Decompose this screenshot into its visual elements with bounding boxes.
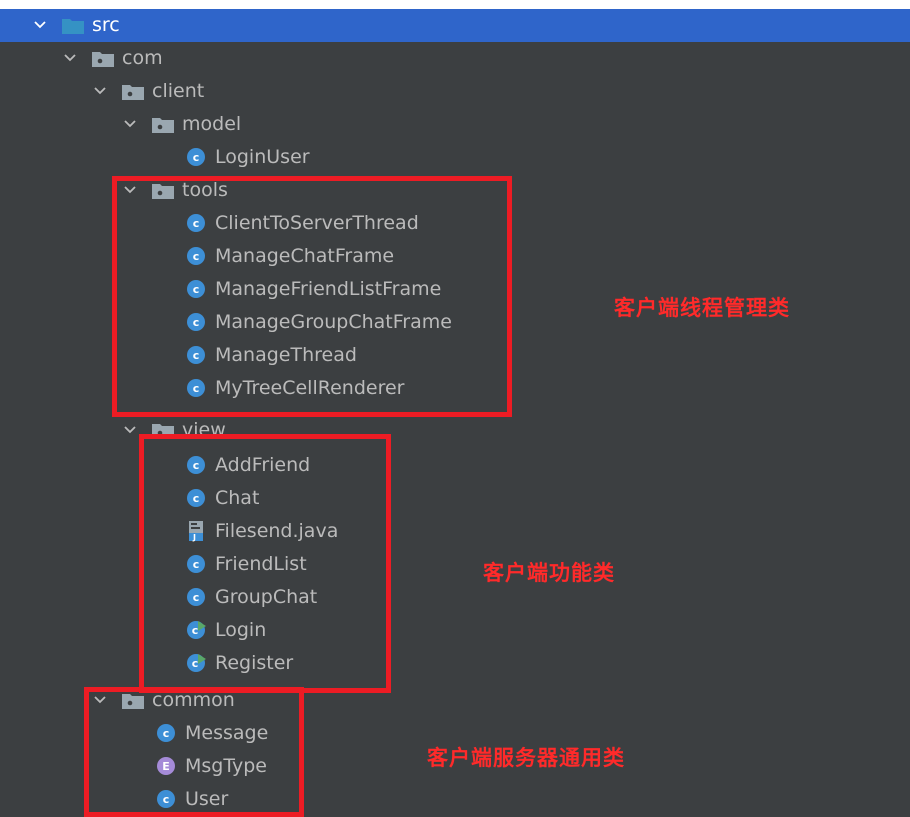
tree-node-label: src	[92, 14, 120, 36]
tree-node-com[interactable]: com	[0, 42, 910, 75]
java-file-icon: J	[186, 520, 206, 542]
chevron-down-icon[interactable]	[92, 83, 108, 99]
tree-node-label: com	[122, 47, 163, 69]
tree-node-class[interactable]: c ManageChatFrame	[0, 240, 910, 273]
java-class-icon: c	[186, 378, 206, 398]
java-class-icon: c	[186, 147, 206, 167]
tree-node-label: Login	[215, 619, 267, 641]
tree-node-label: Register	[215, 652, 294, 674]
project-tree: src com client model c LoginUser tools c…	[0, 9, 910, 810]
tree-node-class[interactable]: c LoginUser	[0, 141, 910, 174]
svg-text:c: c	[192, 657, 199, 670]
java-class-icon: c	[156, 723, 176, 743]
tree-node-label: model	[182, 113, 242, 135]
chevron-down-icon[interactable]	[92, 692, 108, 708]
tree-node-label: tools	[182, 179, 228, 201]
tree-node-main-class[interactable]: c Register	[0, 647, 910, 680]
package-folder-icon	[122, 83, 144, 100]
source-folder-icon	[62, 17, 84, 34]
java-class-icon: c	[156, 789, 176, 809]
chevron-down-icon[interactable]	[122, 422, 138, 438]
java-class-icon: c	[186, 213, 206, 233]
tree-node-label: GroupChat	[215, 586, 318, 608]
svg-text:c: c	[193, 558, 200, 571]
tree-node-label: Message	[185, 722, 269, 744]
tree-node-label: client	[152, 80, 205, 102]
tree-node-label: ManageGroupChatFrame	[215, 311, 452, 333]
tree-node-class[interactable]: c ManageThread	[0, 339, 910, 372]
svg-text:c: c	[193, 459, 200, 472]
java-class-icon: c	[186, 587, 206, 607]
chevron-down-icon[interactable]	[122, 182, 138, 198]
chevron-down-icon[interactable]	[62, 50, 78, 66]
tree-node-label: MyTreeCellRenderer	[215, 377, 405, 399]
package-folder-icon	[122, 692, 144, 709]
chevron-down-icon[interactable]	[32, 17, 48, 33]
view-annotation: 客户端功能类	[483, 561, 615, 585]
tree-node-label: LoginUser	[215, 146, 310, 168]
tree-node-label: ClientToServerThread	[215, 212, 419, 234]
tree-node-label: Filesend.java	[215, 520, 339, 542]
tree-node-class[interactable]: c MyTreeCellRenderer	[0, 372, 910, 405]
chevron-down-icon[interactable]	[122, 116, 138, 132]
tree-node-src[interactable]: src	[0, 9, 910, 42]
tree-node-class[interactable]: c GroupChat	[0, 581, 910, 614]
window-top-strip	[0, 0, 910, 9]
java-class-icon: c	[186, 488, 206, 508]
tree-node-class[interactable]: c ClientToServerThread	[0, 207, 910, 240]
tree-node-label: ManageChatFrame	[215, 245, 395, 267]
tree-node-label: common	[152, 689, 235, 711]
common-annotation: 客户端服务器通用类	[427, 746, 625, 770]
package-folder-icon	[92, 50, 114, 67]
java-class-icon: c	[186, 312, 206, 332]
svg-text:c: c	[193, 349, 200, 362]
tree-node-tools[interactable]: tools	[0, 174, 910, 207]
tree-node-label: ManageThread	[215, 344, 357, 366]
tree-node-main-class[interactable]: c Login	[0, 614, 910, 647]
tree-node-class[interactable]: c Chat	[0, 482, 910, 515]
tools-annotation: 客户端线程管理类	[614, 296, 790, 320]
tree-node-common[interactable]: common	[0, 684, 910, 717]
tree-node-class[interactable]: c User	[0, 783, 910, 816]
tree-node-model[interactable]: model	[0, 108, 910, 141]
svg-text:c: c	[163, 793, 170, 806]
tree-node-label: MsgType	[185, 755, 267, 777]
svg-text:c: c	[193, 492, 200, 505]
tree-node-label: view	[182, 419, 226, 441]
tree-node-label: AddFriend	[215, 454, 311, 476]
tree-node-file[interactable]: J Filesend.java	[0, 515, 910, 548]
svg-text:c: c	[193, 217, 200, 230]
package-folder-icon	[152, 182, 174, 199]
svg-text:J: J	[192, 533, 196, 542]
svg-text:c: c	[193, 382, 200, 395]
tree-node-view[interactable]: view	[0, 414, 910, 447]
svg-text:c: c	[193, 250, 200, 263]
tree-node-label: ManageFriendListFrame	[215, 278, 442, 300]
java-class-icon: c	[186, 279, 206, 299]
package-folder-icon	[152, 116, 174, 133]
java-class-icon: c	[186, 345, 206, 365]
svg-text:c: c	[193, 316, 200, 329]
java-class-icon: c	[186, 554, 206, 574]
runnable-class-icon: c	[186, 653, 206, 673]
java-class-icon: c	[186, 455, 206, 475]
svg-text:c: c	[193, 591, 200, 604]
java-enum-icon: E	[156, 756, 176, 776]
tree-node-label: Chat	[215, 487, 260, 509]
java-class-icon: c	[186, 246, 206, 266]
svg-text:c: c	[193, 283, 200, 296]
tree-node-label: FriendList	[215, 553, 307, 575]
svg-text:c: c	[163, 727, 170, 740]
tree-node-client[interactable]: client	[0, 75, 910, 108]
svg-text:E: E	[162, 760, 170, 773]
tree-node-class[interactable]: c FriendList	[0, 548, 910, 581]
svg-text:c: c	[192, 624, 199, 637]
runnable-class-icon: c	[186, 620, 206, 640]
package-folder-icon	[152, 422, 174, 439]
svg-text:c: c	[193, 151, 200, 164]
tree-node-class[interactable]: c AddFriend	[0, 449, 910, 482]
